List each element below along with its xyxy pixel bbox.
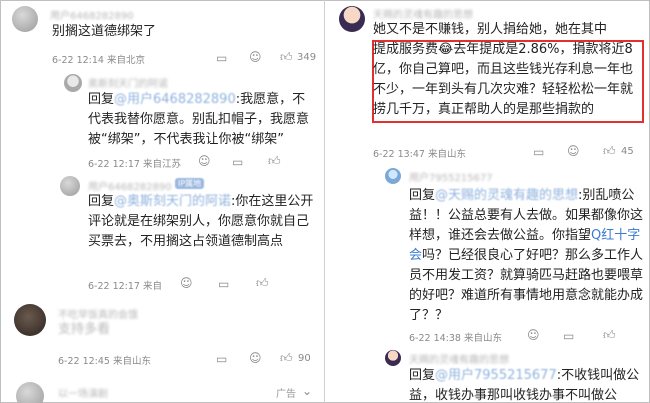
emoji-icon[interactable]: ☺: [180, 276, 193, 290]
username[interactable]: 以一场演剧: [58, 385, 108, 400]
username[interactable]: 不吃早饭真的会饿: [58, 306, 138, 321]
like-icon[interactable]: 👍︎: [280, 50, 293, 64]
like-count: 349: [297, 52, 317, 63]
reply-mention[interactable]: @天赐的灵魂有趣的思想: [435, 188, 578, 203]
comment-meta: 6-22 12:45 来自山东: [58, 356, 151, 367]
like-count: 45: [621, 146, 634, 157]
comment-meta: 6-22 12:14 来自北京: [52, 55, 145, 66]
reply-item: 用户6468282890 IP属地 回复@奥斯刻天门的阿诺:你在这里公开评论就是…: [0, 174, 324, 294]
username[interactable]: 用户6468282890: [88, 178, 172, 193]
comment-icon[interactable]: ▭: [216, 352, 227, 366]
comment-meta: 6-22 14:38 来自山东: [409, 333, 502, 344]
reply-item: 天赐的灵魂有趣的思想 回复@用户7955215677:不收钱叫做公益，收钱办事那…: [327, 348, 650, 403]
like-icon[interactable]: 👍︎: [268, 154, 281, 168]
avatar[interactable]: [16, 382, 44, 403]
avatar[interactable]: [385, 350, 401, 366]
username[interactable]: 用户7955215677: [409, 169, 493, 184]
emoji-icon[interactable]: ☺: [249, 351, 262, 365]
comment-item: 不吃早饭真的会饿 支持多看 6-22 12:45 来自山东 ▭ ☺ 👍︎ 90: [0, 298, 324, 372]
right-comment-panel: 天赐的灵魂有趣的思想 她又不是不赚钱，别人捐给她，她在其中 提成服务费😂去年提成…: [327, 0, 650, 403]
reply-mention[interactable]: @用户7955215677: [435, 368, 557, 383]
comment-meta: 6-22 13:47 来自山东: [373, 149, 466, 160]
comment-item: 以一场演剧 广告 ⌄: [0, 376, 324, 403]
emoji-icon[interactable]: ☺: [198, 154, 211, 168]
comment-icon[interactable]: ▭: [218, 277, 229, 291]
reply-text: 回复@天赐的灵魂有趣的思想:别乱喷公益！！公益总要有人去做。如果都像你这样想，谁…: [409, 186, 645, 326]
reply-mention[interactable]: @用户6468282890: [114, 92, 236, 107]
username[interactable]: 天赐的灵魂有趣的思想: [373, 6, 473, 21]
like-count: 90: [298, 353, 311, 364]
reply-text: 回复@用户7955215677:不收钱叫做公益，收钱办事那叫收钱办事不叫做公: [409, 366, 645, 403]
comment-meta: 6-22 12:17 来自江苏: [88, 159, 181, 170]
reply-prefix: 回复: [88, 92, 115, 107]
reply-item: 奥斯刻天门的阿诺 回复@用户6468282890:我愿意，不代表我替你愿意。别乱…: [0, 72, 324, 174]
comment-text-line: 她又不是不赚钱，别人捐给她，她在其中: [373, 22, 608, 37]
avatar[interactable]: [385, 168, 401, 184]
emoji-icon[interactable]: ☺: [249, 50, 262, 64]
like-icon[interactable]: 👍︎: [280, 351, 293, 365]
reply-prefix: 回复: [409, 368, 436, 383]
comment-icon[interactable]: ▭: [563, 329, 574, 343]
like-icon[interactable]: 👍︎: [603, 328, 616, 342]
reply-text: 回复@用户6468282890:我愿意，不代表我替你愿意。别乱扣帽子，我愿意被“…: [88, 90, 318, 150]
comment-icon[interactable]: ▭: [533, 145, 544, 159]
reply-item: 用户7955215677 回复@天赐的灵魂有趣的思想:别乱喷公益！！公益总要有人…: [327, 164, 650, 348]
user-badge: IP属地: [175, 178, 205, 189]
avatar[interactable]: [64, 74, 82, 92]
ad-label: 广告: [276, 389, 296, 400]
comment-text: 提成服务费😂去年提成是2.86%，捐款将近8亿，你自己算吧，而且这些钱光存利息一…: [373, 42, 634, 117]
comment-icon[interactable]: ▭: [216, 51, 227, 65]
reply-text: 回复@奥斯刻天门的阿诺:你在这里公开评论就是在绑架别人，你愿意你就自己买票去，不…: [88, 192, 318, 252]
reply-body-cont: 吗？已经很良心了好吧？那么多工作人员不用发工资？就算骑匹马赶路也要喂草的好吧？难…: [409, 248, 644, 323]
avatar[interactable]: [12, 6, 38, 32]
comment-icon[interactable]: ▭: [232, 155, 243, 169]
emoji-icon[interactable]: ☺: [567, 144, 580, 158]
reply-prefix: 回复: [409, 188, 436, 203]
comment-item: 天赐的灵魂有趣的思想 她又不是不赚钱，别人捐给她，她在其中 提成服务费😂去年提成…: [327, 0, 650, 162]
username[interactable]: 奥斯刻天门的阿诺: [88, 75, 168, 90]
emoji-icon[interactable]: ☺: [527, 328, 540, 342]
close-icon[interactable]: ⌄: [302, 384, 312, 398]
avatar[interactable]: [60, 176, 80, 196]
comment-item: 用户6468282890 别搁这道德绑架了 6-22 12:14 来自北京 ▭ …: [0, 0, 324, 72]
left-comment-panel: 用户6468282890 别搁这道德绑架了 6-22 12:14 来自北京 ▭ …: [0, 0, 325, 403]
username[interactable]: 用户6468282890: [50, 7, 134, 22]
like-icon[interactable]: 👍︎: [256, 276, 269, 290]
comment-text: 别搁这道德绑架了: [52, 24, 157, 39]
username[interactable]: 天赐的灵魂有趣的思想: [409, 351, 509, 366]
avatar[interactable]: [339, 6, 365, 32]
avatar[interactable]: [14, 304, 46, 336]
reply-prefix: 回复: [88, 194, 115, 209]
comment-meta: 6-22 12:17 来自: [88, 281, 162, 292]
reply-mention[interactable]: @奥斯刻天门的阿诺: [114, 194, 231, 209]
like-icon[interactable]: 👍︎: [603, 144, 616, 158]
comment-text: 支持多看: [58, 322, 111, 337]
